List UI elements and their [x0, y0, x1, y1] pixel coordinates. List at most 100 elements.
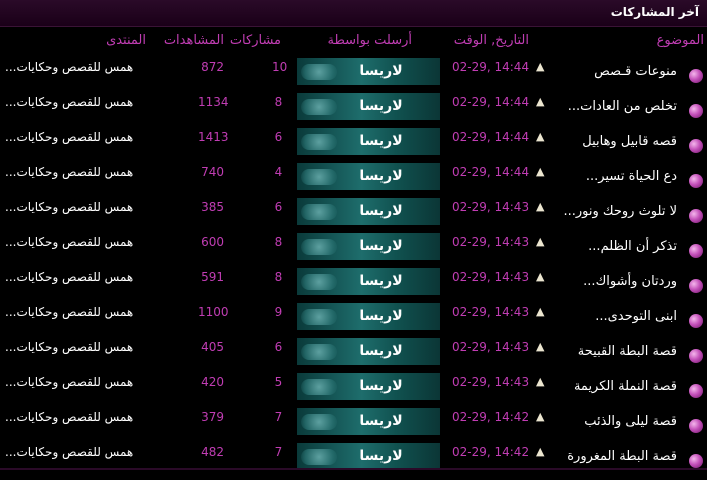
replies-count: 8: [274, 270, 283, 284]
forum-link[interactable]: همس للقصص وحكايات...: [5, 130, 133, 144]
forum-link[interactable]: همس للقصص وحكايات...: [5, 305, 133, 319]
topic-link[interactable]: تخلص من العادات...: [568, 99, 677, 114]
sender-banner[interactable]: لاريسا: [296, 162, 441, 191]
forum-link[interactable]: همس للقصص وحكايات...: [5, 270, 133, 284]
views-count: 482: [201, 445, 224, 459]
sender-banner[interactable]: لاريسا: [296, 197, 441, 226]
section-header: آخر المشاركات: [0, 0, 707, 27]
topic-link[interactable]: وردتان وأشواك...: [583, 274, 677, 289]
replies-count: 6: [274, 130, 283, 144]
sender-name[interactable]: لاريسا: [351, 343, 411, 359]
sender-name[interactable]: لاريسا: [351, 238, 411, 254]
topic-link[interactable]: قصة النملة الكريمة: [574, 379, 677, 394]
views-count: 379: [201, 410, 224, 424]
sender-banner[interactable]: لاريسا: [296, 92, 441, 121]
sender-name[interactable]: لاريسا: [351, 98, 411, 114]
topic-link[interactable]: ابنى التوحدى...: [595, 309, 677, 324]
footer-divider: [0, 468, 707, 470]
go-to-last-post-icon[interactable]: ▲: [536, 235, 544, 248]
sender-banner[interactable]: لاريسا: [296, 267, 441, 296]
column-header-forum[interactable]: المنتدى: [106, 33, 146, 48]
forum-link[interactable]: همس للقصص وحكايات...: [5, 165, 133, 179]
forum-logo-icon: [301, 379, 337, 395]
sender-name[interactable]: لاريسا: [351, 413, 411, 429]
views-count: 1413: [198, 130, 229, 144]
replies-count: 7: [274, 445, 283, 459]
table-row: دع الحياة تسير... ▲ 02-29, 14:44 لاريسا …: [0, 162, 707, 200]
forum-logo-icon: [301, 64, 337, 80]
topic-link[interactable]: منوعات قـصص: [594, 64, 677, 79]
sender-name[interactable]: لاريسا: [351, 378, 411, 394]
go-to-last-post-icon[interactable]: ▲: [536, 305, 544, 318]
sender-banner[interactable]: لاريسا: [296, 57, 441, 86]
forum-logo-icon: [301, 99, 337, 115]
go-to-last-post-icon[interactable]: ▲: [536, 130, 544, 143]
sender-banner[interactable]: لاريسا: [296, 442, 441, 471]
views-count: 600: [201, 235, 224, 249]
column-header-replies[interactable]: مشاركات: [230, 33, 281, 48]
section-title: آخر المشاركات: [610, 5, 699, 19]
topic-link[interactable]: تذكر أن الظلم...: [588, 239, 677, 254]
sender-banner[interactable]: لاريسا: [296, 127, 441, 156]
bullet-icon: [689, 104, 703, 118]
forum-link[interactable]: همس للقصص وحكايات...: [5, 200, 133, 214]
go-to-last-post-icon[interactable]: ▲: [536, 340, 544, 353]
sender-name[interactable]: لاريسا: [351, 308, 411, 324]
bullet-icon: [689, 349, 703, 363]
forum-link[interactable]: همس للقصص وحكايات...: [5, 410, 133, 424]
views-count: 385: [201, 200, 224, 214]
go-to-last-post-icon[interactable]: ▲: [536, 95, 544, 108]
sender-name[interactable]: لاريسا: [351, 273, 411, 289]
forum-link[interactable]: همس للقصص وحكايات...: [5, 445, 133, 459]
post-date: 02-29, 14:43: [452, 200, 530, 214]
forum-link[interactable]: همس للقصص وحكايات...: [5, 95, 133, 109]
forum-logo-icon: [301, 309, 337, 325]
views-count: 420: [201, 375, 224, 389]
sender-name[interactable]: لاريسا: [351, 133, 411, 149]
post-date: 02-29, 14:44: [452, 95, 530, 109]
go-to-last-post-icon[interactable]: ▲: [536, 270, 544, 283]
sender-banner[interactable]: لاريسا: [296, 337, 441, 366]
forum-link[interactable]: همس للقصص وحكايات...: [5, 60, 133, 74]
sender-banner[interactable]: لاريسا: [296, 407, 441, 436]
table-row: قصة النملة الكريمة ▲ 02-29, 14:43 لاريسا…: [0, 372, 707, 410]
column-header-views[interactable]: المشاهدات: [164, 33, 224, 48]
replies-count: 5: [274, 375, 283, 389]
go-to-last-post-icon[interactable]: ▲: [536, 410, 544, 423]
sender-name[interactable]: لاريسا: [351, 448, 411, 464]
column-header-sender[interactable]: أرسلت بواسطة: [328, 33, 412, 48]
replies-count: 9: [274, 305, 283, 319]
go-to-last-post-icon[interactable]: ▲: [536, 375, 544, 388]
topic-link[interactable]: قصة البطة المغرورة: [567, 449, 677, 464]
forum-logo-icon: [301, 274, 337, 290]
sender-name[interactable]: لاريسا: [351, 63, 411, 79]
go-to-last-post-icon[interactable]: ▲: [536, 60, 544, 73]
forum-link[interactable]: همس للقصص وحكايات...: [5, 375, 133, 389]
forum-link[interactable]: همس للقصص وحكايات...: [5, 340, 133, 354]
forum-logo-icon: [301, 204, 337, 220]
go-to-last-post-icon[interactable]: ▲: [536, 200, 544, 213]
replies-count: 6: [274, 340, 283, 354]
replies-count: 10: [272, 60, 288, 74]
topic-link[interactable]: قصة البطة القبيحة: [578, 344, 677, 359]
column-header-topic[interactable]: الموضوع: [657, 33, 704, 48]
table-row: وردتان وأشواك... ▲ 02-29, 14:43 لاريسا 8…: [0, 267, 707, 305]
column-header-date[interactable]: التاريخ, الوقت: [454, 33, 529, 48]
sender-name[interactable]: لاريسا: [351, 203, 411, 219]
sender-name[interactable]: لاريسا: [351, 168, 411, 184]
topic-link[interactable]: لا تلوث روحك ونور...: [563, 204, 677, 219]
views-count: 405: [201, 340, 224, 354]
post-date: 02-29, 14:44: [452, 60, 530, 74]
go-to-last-post-icon[interactable]: ▲: [536, 165, 544, 178]
topic-link[interactable]: قصة ليلى والذئب: [584, 414, 677, 429]
post-date: 02-29, 14:43: [452, 270, 530, 284]
forum-link[interactable]: همس للقصص وحكايات...: [5, 235, 133, 249]
table-row: قصة البطة المغرورة ▲ 02-29, 14:42 لاريسا…: [0, 442, 707, 480]
topic-link[interactable]: قصه قابيل وهابيل: [582, 134, 677, 149]
sender-banner[interactable]: لاريسا: [296, 232, 441, 261]
bullet-icon: [689, 384, 703, 398]
topic-link[interactable]: دع الحياة تسير...: [586, 169, 677, 184]
sender-banner[interactable]: لاريسا: [296, 302, 441, 331]
sender-banner[interactable]: لاريسا: [296, 372, 441, 401]
go-to-last-post-icon[interactable]: ▲: [536, 445, 544, 458]
